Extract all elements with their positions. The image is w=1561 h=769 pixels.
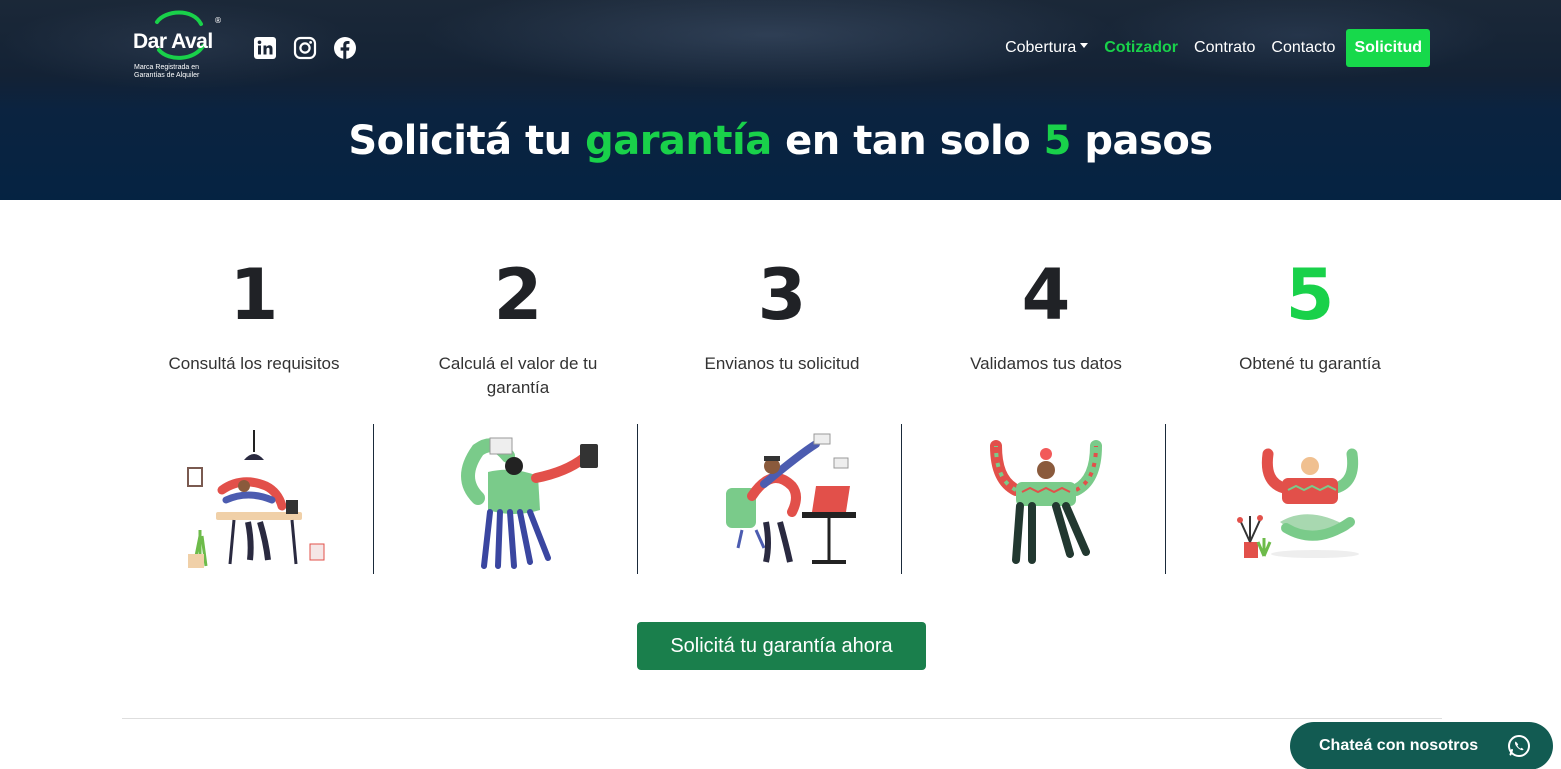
step-3: 3 Envianos tu solicitud	[650, 250, 914, 580]
step-label: Obtené tu garantía	[1239, 354, 1381, 373]
step-divider	[373, 424, 374, 574]
brand-logo[interactable]: Dar Aval ® Marca Registrada en Garantías…	[133, 10, 225, 82]
title-text: en tan solo	[771, 118, 1044, 164]
step-number: 2	[493, 254, 543, 336]
brand-name: Dar Aval	[133, 30, 213, 53]
title-text: pasos	[1070, 118, 1213, 164]
caret-down-icon	[1080, 43, 1089, 49]
step-number: 1	[229, 254, 279, 336]
step-number: 3	[757, 254, 807, 336]
person-at-desk-illustration	[187, 430, 325, 568]
chat-label: Chateá con nosotros	[1319, 737, 1479, 754]
registered-mark: ®	[214, 16, 222, 25]
instagram-icon[interactable]	[293, 36, 317, 60]
nav-item-cotizador[interactable]: Cotizador	[1104, 39, 1178, 57]
step-label: Validamos tus datos	[970, 354, 1122, 373]
step-label: Envianos tu solicitud	[704, 354, 860, 373]
nav-item-cobertura[interactable]: Cobertura	[1005, 39, 1089, 57]
person-sending-mail-illustration	[726, 433, 856, 564]
main-nav: Cobertura Cotizador Contrato Contacto So…	[989, 28, 1430, 68]
step-2: 2 Calculá el valor de tu garantía	[386, 250, 650, 580]
person-with-calculator-illustration	[461, 437, 598, 569]
step-1: 1 Consultá los requisitos	[122, 250, 386, 580]
title-accent: 5	[1043, 118, 1072, 164]
steps-section: 1 Consultá los requisitos 2 Calculá el v…	[122, 250, 1442, 580]
brand-tagline: Marca Registrada en Garantías de Alquile…	[134, 64, 200, 79]
social-links	[253, 36, 357, 60]
person-celebrating-illustration	[1237, 448, 1359, 558]
solicitud-button[interactable]: Solicitud	[1346, 29, 1430, 67]
linkedin-icon[interactable]	[253, 36, 277, 60]
step-number: 5	[1285, 254, 1335, 336]
hero-header: Dar Aval ® Marca Registrada en Garantías…	[0, 0, 1561, 200]
whatsapp-icon	[1508, 735, 1530, 757]
step-5: 5 Obtené tu garantía	[1178, 250, 1442, 580]
nav-item-contacto[interactable]: Contacto	[1271, 39, 1335, 57]
step-4: 4 Validamos tus datos	[914, 250, 1178, 580]
step-number: 4	[1021, 254, 1071, 336]
title-accent: garantía	[585, 118, 772, 164]
page-title: Solicitá tu garantía en tan solo 5 pasos	[0, 118, 1561, 164]
step-label: Calculá el valor de tu garantía	[438, 354, 598, 397]
nav-item-contrato[interactable]: Contrato	[1194, 39, 1255, 57]
section-divider	[122, 718, 1442, 719]
nav-item-label: Cobertura	[1005, 39, 1077, 56]
person-with-lightbulb-illustration	[990, 440, 1102, 564]
step-label: Consultá los requisitos	[168, 354, 340, 373]
request-guarantee-button[interactable]: Solicitá tu garantía ahora	[637, 622, 926, 670]
facebook-icon[interactable]	[333, 36, 357, 60]
step-divider	[1165, 424, 1166, 574]
title-text: Solicitá tu	[348, 118, 586, 164]
step-divider	[901, 424, 902, 574]
step-divider	[637, 424, 638, 574]
whatsapp-chat-button[interactable]: Chateá con nosotros	[1290, 722, 1553, 769]
